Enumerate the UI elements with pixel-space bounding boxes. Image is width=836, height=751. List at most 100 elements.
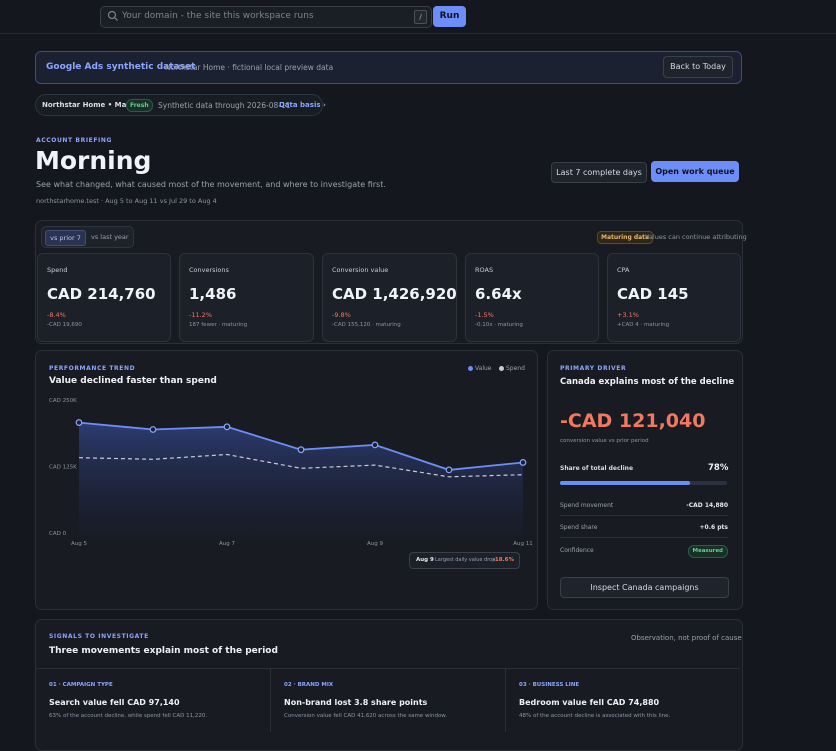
kpi-detail: -CAD 155,120 · maturing	[332, 322, 401, 328]
comparison-toggle: vs prior 7 vs last year	[41, 226, 134, 248]
y-tick-label: CAD 250K	[49, 398, 77, 404]
x-tick-label: Aug 5	[71, 541, 87, 547]
account-status-pill: Northstar Home • Main Fresh Synthetic da…	[35, 94, 326, 116]
dataset-banner: Google Ads synthetic dataset Northstar H…	[35, 51, 742, 84]
page-subtitle: See what changed, what caused most of th…	[36, 180, 386, 189]
callout-text: Largest daily value drop	[435, 557, 496, 563]
date-range-meta: northstarhome.test · Aug 5 to Aug 11 vs …	[36, 197, 217, 205]
kpi-value: CAD 1,426,920	[332, 285, 457, 303]
callout-change: -18.6%	[492, 557, 514, 563]
kpi-change: -1.5%	[475, 311, 494, 319]
date-range-button[interactable]: Last 7 complete days	[551, 162, 647, 183]
account-name: Northstar Home • Main	[42, 101, 134, 109]
value-point-aug-8	[297, 446, 305, 454]
share-bar-fill	[560, 481, 691, 485]
kpi-card-roas[interactable]: ROAS 6.64x -1.5% -0.10x · maturing	[465, 253, 599, 342]
kpi-value: CAD 145	[617, 285, 689, 303]
legend-spend-label: Spend	[506, 365, 525, 372]
signal-card-brand-mix[interactable]: 02 · BRAND MIX Non-brand lost 3.8 share …	[271, 668, 505, 748]
signals-eyebrow: SIGNALS TO INVESTIGATE	[49, 633, 149, 640]
data-basis-link[interactable]: Data basis ›	[279, 101, 326, 109]
briefing-eyebrow: ACCOUNT BRIEFING	[36, 137, 113, 144]
legend-spend: Spend	[499, 365, 525, 372]
search-placeholder: Your domain - the site this workspace ru…	[122, 11, 314, 21]
kpi-value: CAD 214,760	[47, 285, 156, 303]
kpi-value: 1,486	[189, 285, 237, 303]
y-tick-label: CAD 0	[49, 531, 67, 537]
signal-card-campaign-type[interactable]: 01 · CAMPAIGN TYPE Search value fell CAD…	[36, 668, 270, 748]
search-input[interactable]: Your domain - the site this workspace ru…	[100, 6, 432, 28]
kpi-change: -9.8%	[332, 311, 351, 319]
kpi-label: CPA	[617, 266, 630, 274]
signal-headline: Bedroom value fell CAD 74,880	[519, 698, 660, 707]
signals-title: Three movements explain most of the peri…	[49, 646, 278, 656]
legend-value-swatch	[468, 366, 473, 371]
trend-title: Value declined faster than spend	[49, 376, 217, 386]
kpi-detail: -0.10x · maturing	[475, 322, 523, 328]
kpi-card-cpa[interactable]: CPA CAD 145 +3.1% +CAD 4 · maturing	[607, 253, 741, 342]
kpi-card-conversion-value[interactable]: Conversion value CAD 1,426,920 -9.8% -CA…	[322, 253, 457, 342]
x-tick-label: Aug 11	[513, 541, 533, 547]
signal-detail: 63% of the account decline, while spend …	[49, 713, 208, 719]
kpi-change: +3.1%	[617, 311, 639, 319]
value-point-aug-7	[223, 423, 231, 431]
run-button[interactable]: Run	[433, 6, 466, 27]
value-point-aug-9	[371, 441, 379, 449]
signals-note: Observation, not proof of cause	[631, 634, 742, 642]
callout-day: Aug 9	[416, 557, 434, 563]
driver-amount-note: conversion value vs prior period	[560, 438, 649, 444]
kpi-label: Spend	[47, 266, 68, 274]
signal-headline: Non-brand lost 3.8 share points	[284, 698, 428, 707]
kpi-label: ROAS	[475, 266, 494, 274]
signal-card-business-line[interactable]: 03 · BUSINESS LINE Bedroom value fell CA…	[506, 668, 740, 748]
driver-row-spend-share: Spend share +0.6 pts	[560, 520, 728, 538]
value-point-aug-6	[149, 426, 157, 433]
drop-callout: Aug 9 Largest daily value drop -18.6%	[409, 552, 520, 569]
x-tick-label: Aug 9	[367, 541, 383, 547]
driver-title: Canada explains most of the decline	[560, 377, 735, 387]
legend-spend-swatch	[499, 366, 504, 371]
row-label: Confidence	[560, 547, 594, 554]
kpi-change: -8.4%	[47, 311, 66, 319]
inspect-canada-button[interactable]: Inspect Canada campaigns	[560, 577, 729, 598]
confidence-badge: Measured	[687, 545, 728, 558]
kpi-detail: -CAD 19,690	[47, 322, 82, 328]
row-value: +0.6 pts	[699, 524, 728, 531]
row-value: -CAD 14,880	[686, 502, 728, 509]
fresh-badge: Fresh	[126, 99, 153, 112]
open-work-queue-button[interactable]: Open work queue	[651, 161, 739, 182]
kpi-detail: +CAD 4 · maturing	[617, 322, 670, 328]
banner-subtitle: Northstar Home · fictional local preview…	[165, 63, 334, 72]
row-label: Spend movement	[560, 502, 614, 509]
shortcut-key: /	[414, 10, 427, 24]
value-area	[79, 422, 523, 538]
tab-vs-prior-7[interactable]: vs prior 7	[45, 230, 86, 246]
kpi-value: 6.64x	[475, 285, 522, 303]
kpi-card-spend[interactable]: Spend CAD 214,760 -8.4% -CAD 19,690	[37, 253, 171, 342]
signal-detail: Conversion value fell CAD 41,620 across …	[284, 713, 448, 719]
legend-value-label: Value	[475, 365, 492, 372]
kpi-change: -11.2%	[189, 311, 212, 319]
primary-driver-panel	[547, 350, 743, 610]
share-value: 78%	[708, 463, 729, 473]
row-label: Spend share	[560, 524, 598, 531]
signal-detail: 48% of the account decline is associated…	[519, 713, 671, 719]
data-through-note: Synthetic data through 2026-08-11	[158, 101, 291, 110]
y-tick-label: CAD 125K	[49, 465, 77, 471]
tab-vs-last-year[interactable]: vs last year	[91, 233, 129, 241]
driver-eyebrow: PRIMARY DRIVER	[560, 365, 627, 372]
signal-headline: Search value fell CAD 97,140	[49, 698, 180, 707]
x-tick-label: Aug 7	[219, 541, 235, 547]
signal-tag: 01 · CAMPAIGN TYPE	[49, 682, 113, 688]
page-title: Morning	[35, 146, 152, 175]
driver-row-spend-movement: Spend movement -CAD 14,880	[560, 498, 728, 516]
kpi-label: Conversions	[189, 266, 229, 274]
back-to-today-button[interactable]: Back to Today	[663, 56, 733, 78]
kpi-label: Conversion value	[332, 266, 389, 274]
value-point-aug-10	[445, 466, 453, 474]
kpi-card-conversions[interactable]: Conversions 1,486 -11.2% 187 fewer · mat…	[179, 253, 314, 342]
trend-chart: CAD 250K CAD 125K CAD 0 Aug 5 Aug 7 Aug 9 Aug…	[49, 398, 533, 547]
maturing-note: Values can continue attributing	[645, 233, 747, 241]
trend-eyebrow: PERFORMANCE TREND	[49, 365, 136, 372]
signal-tag: 02 · BRAND MIX	[284, 682, 334, 688]
